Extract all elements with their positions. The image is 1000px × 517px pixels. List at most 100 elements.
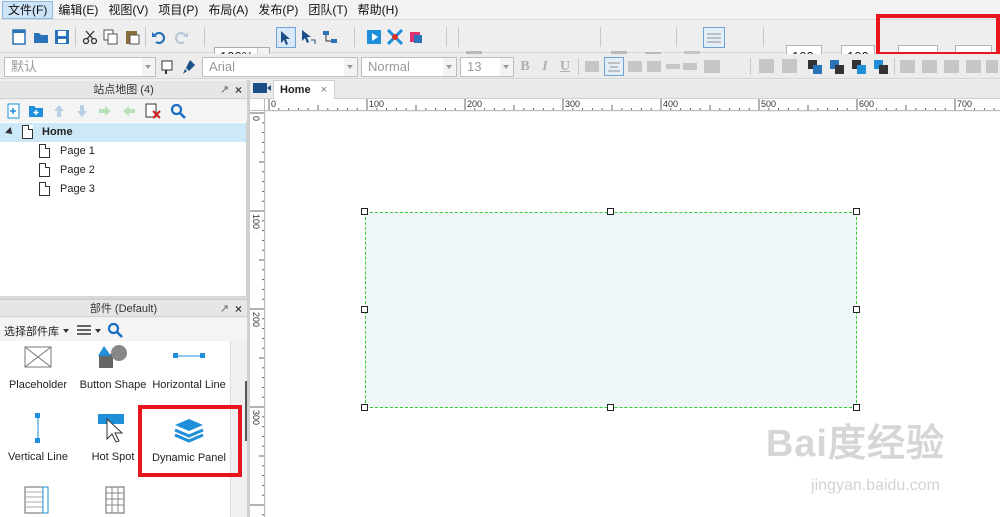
expand-arrow-icon[interactable] — [5, 127, 15, 137]
move-up-icon[interactable] — [50, 102, 68, 120]
outdent-icon[interactable] — [120, 102, 138, 120]
tree-item-page-3[interactable]: Page 3 — [0, 180, 246, 199]
align-objects-top-icon[interactable] — [966, 60, 981, 73]
connector-icon[interactable] — [321, 28, 339, 46]
tree-item-page-1[interactable]: Page 1 — [0, 142, 246, 161]
bullet-list-icon[interactable] — [647, 61, 661, 72]
menu-icon[interactable] — [75, 321, 93, 339]
tree-item-page-2[interactable]: Page 2 — [0, 161, 246, 180]
text-align-center-icon[interactable] — [604, 57, 624, 76]
add-folder-icon[interactable] — [27, 102, 45, 120]
resize-handle-nw[interactable] — [361, 208, 368, 215]
resize-handle-se[interactable] — [853, 404, 860, 411]
copy-icon[interactable] — [102, 28, 120, 46]
select-pointer-icon[interactable] — [276, 27, 296, 48]
link-icon[interactable] — [683, 63, 697, 70]
text-align-right-icon[interactable] — [628, 61, 642, 72]
group-icon[interactable] — [759, 59, 774, 73]
menu-arrange[interactable]: 布局(A) — [203, 1, 253, 19]
chevron-down-icon[interactable] — [500, 58, 513, 76]
add-page-icon[interactable] — [5, 102, 23, 120]
style-value: 默认 — [11, 59, 38, 74]
resize-handle-s[interactable] — [607, 404, 614, 411]
menu-view[interactable]: 视图(V) — [103, 1, 153, 19]
resize-handle-ne[interactable] — [853, 208, 860, 215]
bring-forward-icon[interactable] — [828, 58, 846, 76]
bring-front-icon[interactable] — [806, 58, 824, 76]
align-objects-left-icon[interactable] — [900, 60, 915, 73]
save-icon[interactable] — [53, 28, 71, 46]
underline-button[interactable]: U — [557, 58, 573, 75]
ruler-label: 400 — [663, 99, 679, 109]
resize-handle-w[interactable] — [361, 306, 368, 313]
horizontal-line-icon — [173, 353, 205, 358]
connector-pointer-icon[interactable] — [299, 28, 317, 46]
chevron-down-icon[interactable] — [63, 329, 69, 333]
italic-button[interactable]: I — [537, 58, 553, 75]
chevron-down-icon[interactable] — [95, 329, 101, 333]
align-middle-icon[interactable] — [703, 27, 725, 48]
paste-icon[interactable] — [123, 28, 141, 46]
widget-label: Horizontal Line — [152, 379, 226, 391]
dynamic-panel-widget[interactable] — [365, 212, 857, 408]
indent-icon[interactable] — [96, 102, 114, 120]
strikethrough-icon[interactable] — [666, 64, 680, 69]
brush-icon[interactable] — [180, 58, 198, 76]
preview-icon[interactable] — [365, 28, 383, 46]
bold-button[interactable]: B — [517, 58, 533, 75]
chevron-down-icon[interactable] — [344, 58, 357, 76]
search-icon[interactable] — [106, 321, 124, 339]
share-icon[interactable] — [386, 28, 404, 46]
table-widget-icon[interactable] — [24, 486, 50, 514]
align-objects-right-icon[interactable] — [944, 60, 959, 73]
font-color-icon[interactable] — [704, 60, 720, 73]
align-objects-center-icon[interactable] — [922, 60, 937, 73]
font-family-select[interactable]: Arial — [202, 57, 358, 77]
menu-edit[interactable]: 编辑(E) — [53, 1, 103, 19]
menu-file[interactable]: 文件(F) — [2, 0, 54, 19]
resize-handle-e[interactable] — [853, 306, 860, 313]
font-weight-select[interactable]: Normal — [361, 57, 457, 77]
new-file-icon[interactable] — [10, 28, 28, 46]
library-selector[interactable]: 选择部件库 — [4, 323, 59, 339]
widget-placeholder[interactable]: Placeholder — [0, 343, 78, 393]
send-back-icon[interactable] — [872, 58, 890, 76]
repeater-widget-icon[interactable] — [100, 486, 126, 514]
chevron-down-icon[interactable] — [142, 58, 155, 76]
publish-icon[interactable] — [408, 28, 426, 46]
move-down-icon[interactable] — [73, 102, 91, 120]
pin-icon[interactable]: ↗ — [220, 300, 229, 318]
distribute-icon[interactable] — [986, 60, 998, 73]
menu-project[interactable]: 项目(P) — [153, 1, 203, 19]
tab-list-icon[interactable] — [253, 83, 271, 95]
menu-team[interactable]: 团队(T) — [303, 1, 352, 19]
tab-label: Home — [280, 84, 311, 96]
ungroup-icon[interactable] — [782, 59, 797, 73]
redo-icon[interactable] — [172, 28, 190, 46]
menu-help[interactable]: 帮助(H) — [353, 1, 404, 19]
format-painter-icon[interactable] — [159, 58, 177, 76]
chevron-down-icon[interactable] — [443, 58, 456, 76]
font-size-select[interactable]: 13 — [460, 57, 514, 77]
size-highlight-box — [876, 14, 1000, 56]
pin-icon[interactable]: ↗ — [220, 81, 229, 99]
delete-page-icon[interactable] — [144, 102, 162, 120]
search-icon[interactable] — [169, 102, 187, 120]
tree-item-home[interactable]: Home — [0, 123, 246, 142]
send-backward-icon[interactable] — [850, 58, 868, 76]
close-icon[interactable]: × — [235, 300, 242, 318]
menu-publish[interactable]: 发布(P) — [253, 1, 303, 19]
close-icon[interactable]: × — [235, 81, 242, 99]
resize-handle-n[interactable] — [607, 208, 614, 215]
style-select[interactable]: 默认 — [4, 57, 156, 77]
widget-button-shape[interactable]: Button Shape — [73, 343, 153, 393]
cut-icon[interactable] — [81, 28, 99, 46]
close-icon[interactable]: × — [321, 81, 327, 100]
text-align-left-icon[interactable] — [585, 61, 599, 72]
widget-horizontal-line[interactable]: Horizontal Line — [149, 343, 229, 393]
widget-vertical-line[interactable]: Vertical Line — [0, 413, 78, 465]
undo-icon[interactable] — [150, 28, 168, 46]
resize-handle-sw[interactable] — [361, 404, 368, 411]
open-folder-icon[interactable] — [32, 28, 50, 46]
tab-home[interactable]: Home × — [273, 80, 335, 100]
